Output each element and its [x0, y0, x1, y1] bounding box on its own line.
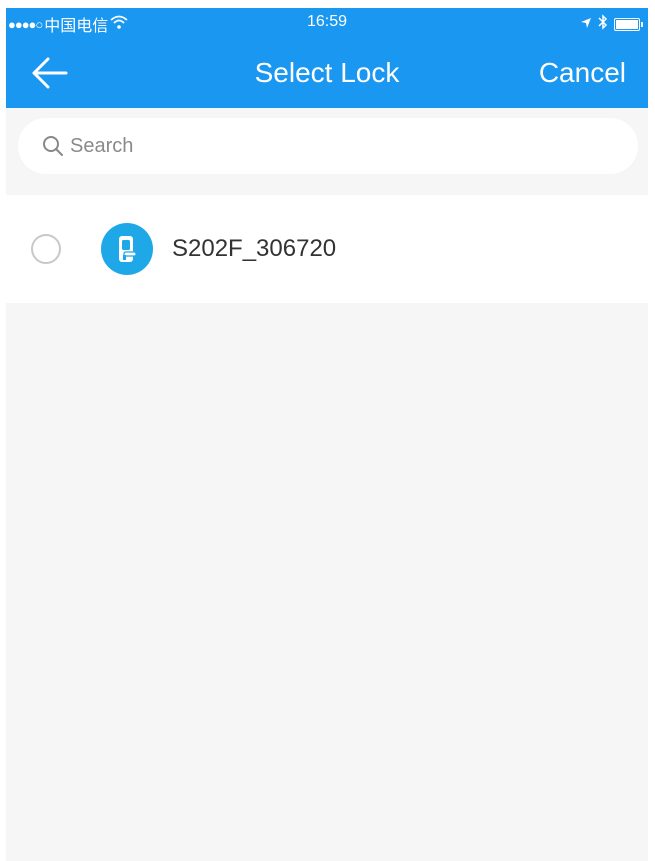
search-bar[interactable]	[18, 118, 638, 174]
navigation-bar: Select Lock Cancel	[6, 35, 648, 108]
search-section	[6, 108, 648, 194]
lock-select-radio[interactable]	[31, 234, 61, 264]
search-icon	[40, 133, 66, 159]
location-arrow-icon	[580, 16, 592, 34]
lock-name: S202F_306720	[172, 235, 337, 262]
battery-icon	[614, 18, 643, 31]
arrow-left-icon	[32, 57, 68, 89]
status-bar: ●●●●○ 中国电信 16:59	[6, 8, 648, 35]
back-button[interactable]	[30, 55, 70, 91]
lock-list-item[interactable]: S202F_306720	[6, 195, 648, 303]
cancel-button[interactable]: Cancel	[539, 57, 626, 89]
search-input[interactable]	[70, 134, 590, 158]
door-lock-icon	[101, 223, 153, 275]
bluetooth-icon	[598, 14, 608, 35]
lock-list: S202F_306720	[6, 195, 648, 303]
status-time: 16:59	[306, 13, 348, 30]
status-right	[580, 14, 643, 35]
app-frame: ●●●●○ 中国电信 16:59 Select Lock Cancel Sear…	[6, 8, 648, 861]
